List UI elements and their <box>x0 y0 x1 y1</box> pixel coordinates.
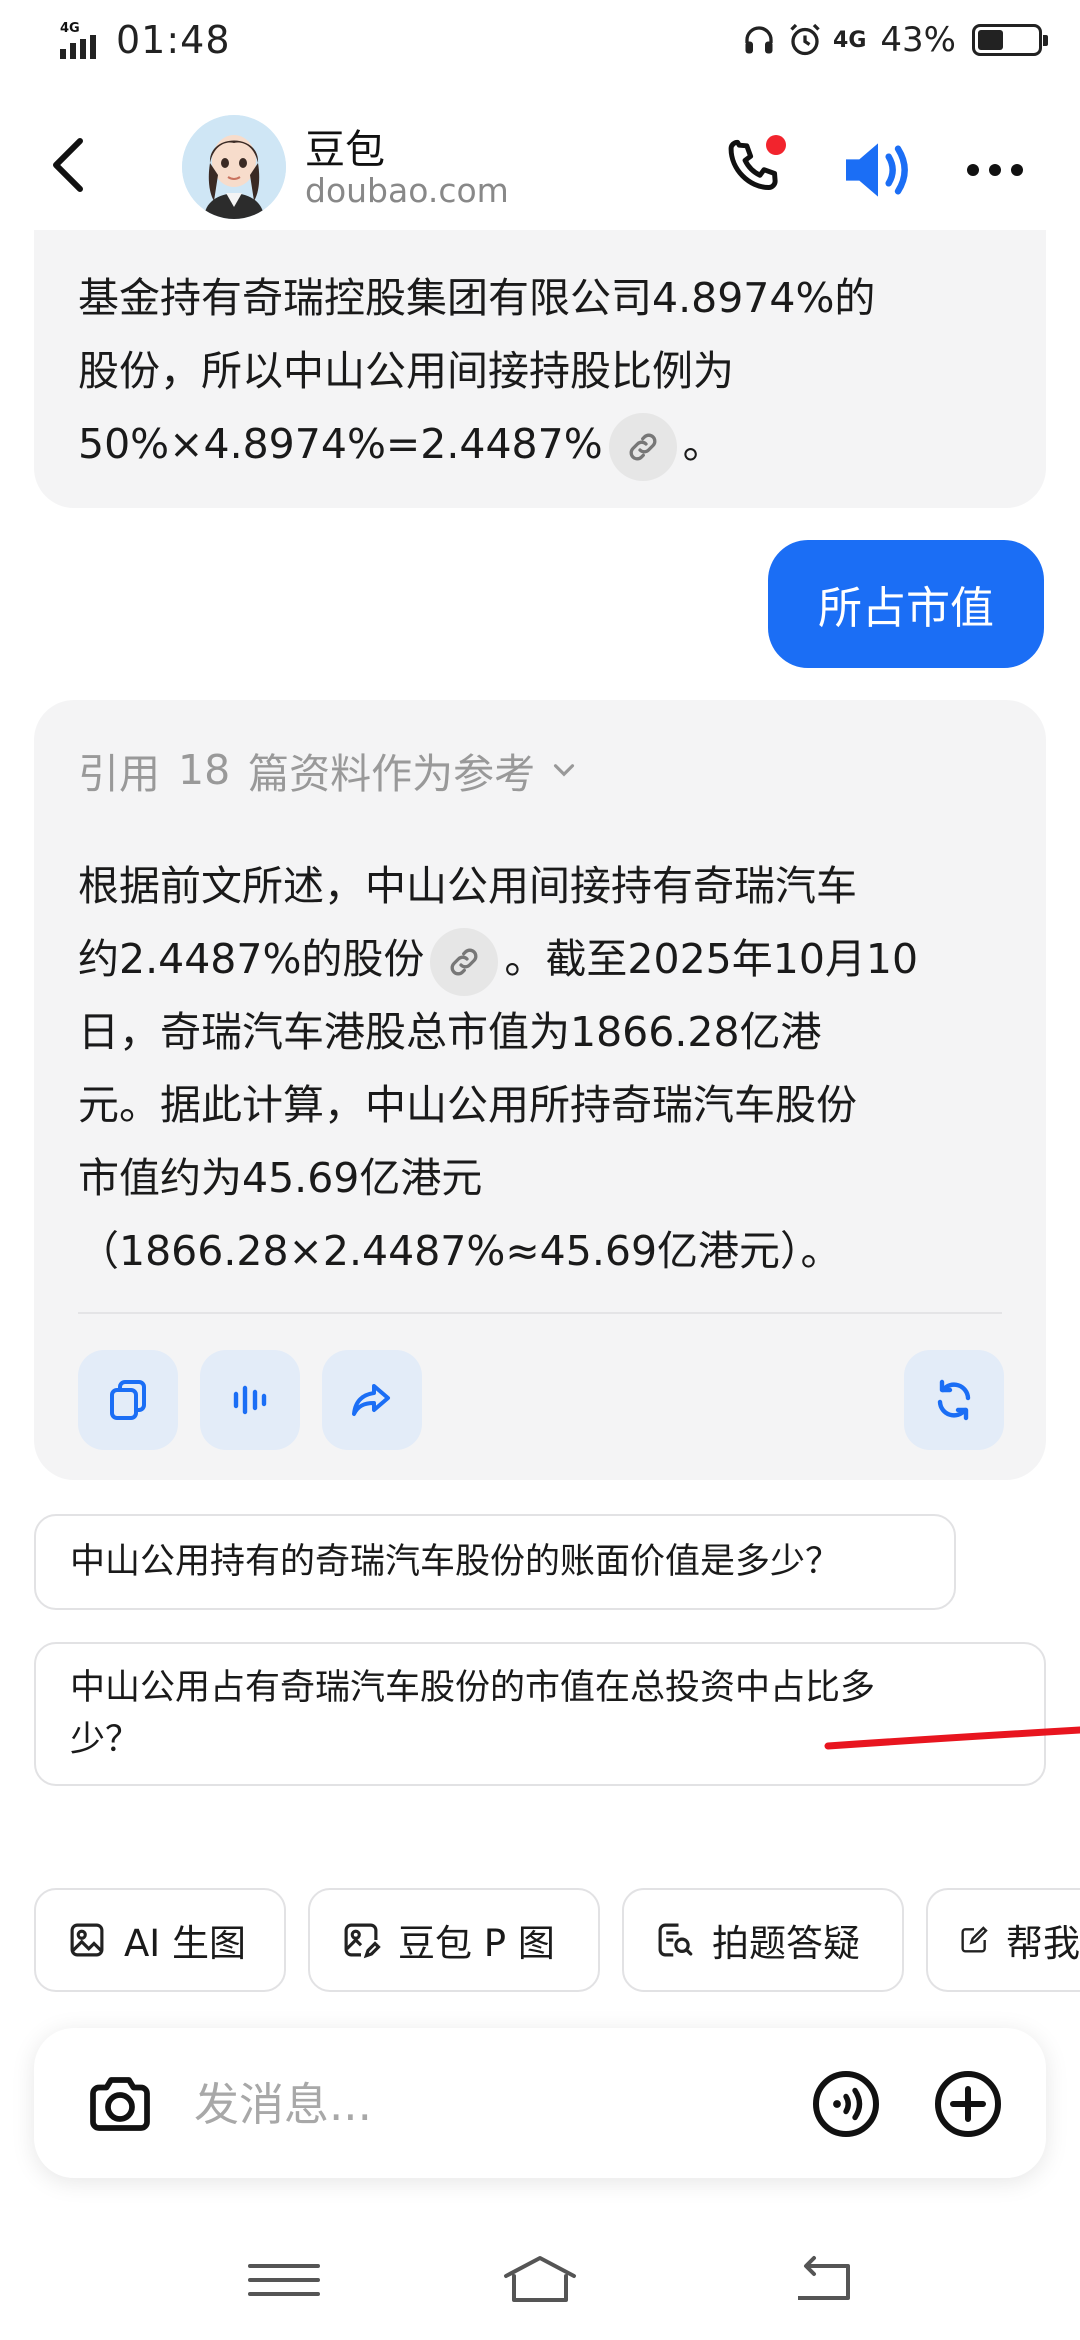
copy-button[interactable] <box>78 1350 178 1450</box>
camera-icon[interactable] <box>84 2068 156 2140</box>
message-line: 根据前文所述，中山公用间接持有奇瑞汽车 <box>78 862 857 910</box>
tool-label: AI 生图 <box>124 1922 246 1965</box>
plus-circle-icon[interactable] <box>932 2068 1004 2140</box>
message-text-span: 。 <box>682 420 724 468</box>
home-icon[interactable] <box>500 2250 580 2310</box>
bot-message-text: 根据前文所述，中山公用间接持有奇瑞汽车 约2.4487%的股份 。截至2025年1… <box>78 850 1006 1288</box>
message-line: 50%×4.8974%=2.4487% 。 <box>78 408 1006 481</box>
battery-icon <box>972 24 1048 56</box>
tool-photo-edit[interactable]: 豆包 P 图 <box>308 1888 600 1992</box>
suggestion-chip[interactable]: 中山公用持有的奇瑞汽车股份的账面价值是多少？ <box>34 1514 956 1610</box>
suggestion-chip[interactable]: 中山公用占有奇瑞汽车股份的市值在总投资中占比多 少？ <box>34 1642 1046 1786</box>
image-edit-icon <box>344 1923 381 1959</box>
link-icon[interactable] <box>608 413 677 481</box>
network-type: 4G <box>60 21 80 36</box>
status-bar: 4G 01:48 4G 43% <box>0 0 1080 84</box>
reference-suffix: 篇资料作为参考 <box>248 750 536 798</box>
more-dots-icon[interactable] <box>960 145 1030 195</box>
tool-label: 帮我 <box>1006 1922 1080 1965</box>
message-line: 约2.4487%的股份 。截至2025年10月10 <box>78 923 1006 996</box>
battery-percent: 43% <box>880 20 956 60</box>
clock: 01:48 <box>116 18 231 62</box>
reference-toggle[interactable]: 引用 18 篇资料作为参考 <box>78 740 581 800</box>
notification-dot <box>766 135 786 155</box>
bot-message-bubble: 基金持有奇瑞控股集团有限公司4.8974%的 股份，所以中山公用间接持股比例为 … <box>34 230 1046 508</box>
chat-header: 豆包 doubao.com <box>0 95 1080 245</box>
tool-photo-question[interactable]: 拍题答疑 <box>622 1888 904 1992</box>
message-line: 日，奇瑞汽车港股总市值为1866.28亿港 <box>78 1008 822 1056</box>
message-line: 股份，所以中山公用间接持股比例为 <box>78 347 734 395</box>
reference-prefix: 引用 <box>78 750 160 798</box>
suggestion-text: 中山公用占有奇瑞汽车股份的市值在总投资中占比多 <box>70 1668 876 1708</box>
menu-icon[interactable] <box>244 2250 324 2310</box>
bot-name: 豆包 <box>305 127 385 173</box>
scan-question-icon <box>658 1923 693 1957</box>
read-aloud-button[interactable] <box>200 1350 300 1450</box>
message-line: 基金持有奇瑞控股集团有限公司4.8974%的 <box>78 274 876 322</box>
message-line: （1866.28×2.4487%≈45.69亿港元）。 <box>78 1227 842 1275</box>
tool-label: 拍题答疑 <box>712 1922 860 1965</box>
message-composer <box>34 2028 1046 2178</box>
share-icon <box>352 1384 390 1416</box>
status-right: 4G 43% <box>741 20 1048 60</box>
tool-label: 豆包 P 图 <box>398 1922 555 1965</box>
headphones-icon <box>745 26 773 54</box>
message-text-span: 。截至2025年10月10 <box>504 935 919 983</box>
status-left: 4G 01:48 <box>58 18 231 62</box>
edit-icon <box>961 1926 988 1953</box>
tool-ai-image[interactable]: AI 生图 <box>34 1888 286 1992</box>
divider <box>78 1312 1002 1314</box>
network-type-2: 4G <box>833 27 867 53</box>
chevron-down-icon <box>554 764 575 777</box>
image-icon <box>70 1923 104 1957</box>
regenerate-button[interactable] <box>904 1350 1004 1450</box>
user-message-bubble: 所占市值 <box>768 540 1044 668</box>
message-line: 元。据此计算，中山公用所持奇瑞汽车股份 <box>78 1081 857 1129</box>
audio-wave-icon <box>233 1385 267 1415</box>
bot-message-bubble: 引用 18 篇资料作为参考 根据前文所述，中山公用间接持有奇瑞汽车 约2.448… <box>34 700 1046 1480</box>
tool-help-write[interactable]: 帮我 <box>926 1888 1080 1992</box>
red-annotation-stroke <box>824 1726 1080 1750</box>
alarm-icon <box>790 23 820 56</box>
bot-domain: doubao.com <box>305 171 509 210</box>
speaker-icon[interactable] <box>838 135 918 205</box>
signal-icon: 4G <box>58 21 106 59</box>
link-icon[interactable] <box>430 928 499 996</box>
refresh-icon <box>937 1379 971 1421</box>
message-input[interactable] <box>194 2068 664 2140</box>
back-nav-icon[interactable] <box>788 2250 868 2310</box>
chevron-left-icon[interactable] <box>38 125 98 205</box>
message-text-span: 50%×4.8974%=2.4487% <box>78 420 603 468</box>
reference-count: 18 <box>178 746 231 794</box>
avatar[interactable] <box>182 115 286 219</box>
bot-message-text: 基金持有奇瑞控股集团有限公司4.8974%的 股份，所以中山公用间接持股比例为 … <box>78 262 1006 481</box>
copy-icon <box>110 1380 146 1420</box>
voice-input-icon[interactable] <box>810 2068 882 2140</box>
message-text-span: 约2.4487%的股份 <box>78 935 425 983</box>
share-button[interactable] <box>322 1350 422 1450</box>
message-line: 市值约为45.69亿港元 <box>78 1154 483 1202</box>
suggestion-text: 中山公用持有的奇瑞汽车股份的账面价值是多少？ <box>70 1542 841 1582</box>
